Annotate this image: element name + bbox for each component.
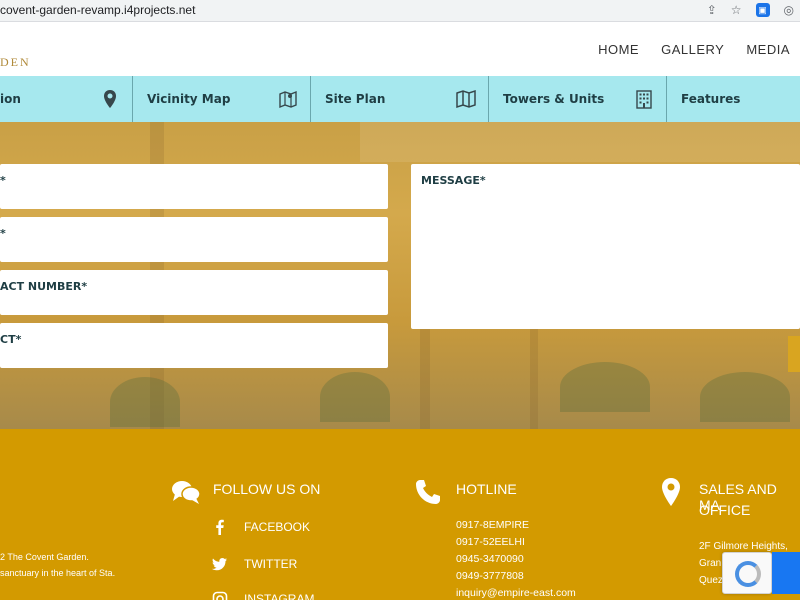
office-address-line: 2F Gilmore Heights, — [699, 541, 788, 552]
name-field[interactable]: * — [0, 164, 388, 209]
share-icon[interactable]: ⇪ — [707, 2, 717, 18]
name-field-label: * — [0, 174, 6, 187]
chat-widget-button[interactable] — [772, 552, 800, 594]
social-label: INSTAGRAM — [244, 592, 315, 600]
site-footer: 2 The Covent Garden. sanctuary in the he… — [0, 429, 800, 600]
browser-toolbar: covent-garden-revamp.i4projects.net ⇪ ☆ … — [0, 0, 800, 22]
folded-map-icon — [456, 89, 476, 109]
nav-media[interactable]: MEDIA — [746, 42, 790, 57]
hotline-number[interactable]: 0917-8EMPIRE — [456, 519, 529, 531]
twitter-icon — [212, 558, 227, 571]
camera-icon[interactable]: ◎ — [784, 2, 794, 18]
facebook-icon — [216, 519, 224, 535]
subnav-label: Towers & Units — [503, 92, 605, 106]
submit-button[interactable] — [788, 336, 800, 372]
top-nav: HOME GALLERY MEDIA — [598, 42, 790, 57]
background-plant — [320, 372, 390, 422]
message-label: MESSAGE* — [421, 174, 486, 187]
hotline-number[interactable]: 0949-3777808 — [456, 570, 524, 582]
background-beam — [360, 122, 800, 162]
social-label: FACEBOOK — [244, 520, 311, 534]
social-label: TWITTER — [244, 557, 298, 571]
recaptcha-badge[interactable] — [722, 552, 772, 594]
social-link-twitter[interactable]: TWITTER — [212, 556, 297, 572]
subnav-item-vicinity-map[interactable]: Vicinity Map — [133, 76, 311, 122]
address-bar[interactable]: covent-garden-revamp.i4projects.net — [0, 3, 195, 17]
copyright-text: 2 The Covent Garden. — [0, 552, 89, 562]
site-header: DEN HOME GALLERY MEDIA — [0, 22, 800, 76]
map-icon — [279, 90, 297, 109]
hotline-number[interactable]: 0945-3470090 — [456, 553, 524, 565]
subnav-item-features[interactable]: Features — [667, 76, 800, 122]
hotline-heading: HOTLINE — [456, 481, 517, 497]
instagram-icon — [212, 591, 228, 600]
subnav-item-towers-units[interactable]: Towers & Units — [489, 76, 667, 122]
tagline-text: sanctuary in the heart of Sta. — [0, 568, 116, 578]
extension-icon[interactable]: ▣ — [755, 3, 770, 17]
star-icon[interactable]: ☆ — [731, 2, 742, 18]
map-pin-icon — [104, 90, 116, 108]
email-field-label: * — [0, 227, 6, 240]
background-plant — [700, 372, 790, 422]
building-icon — [636, 90, 652, 109]
subnav-item-site-plan[interactable]: Site Plan — [311, 76, 489, 122]
nav-home[interactable]: HOME — [598, 42, 639, 57]
subject-label: CT* — [0, 333, 22, 346]
contact-number-field[interactable]: ACT NUMBER* — [0, 270, 388, 315]
social-link-instagram[interactable]: INSTAGRAM — [212, 591, 314, 600]
chat-bubbles-icon — [172, 481, 201, 504]
background-plant — [110, 377, 180, 427]
email-field[interactable]: * — [0, 217, 388, 262]
nav-gallery[interactable]: GALLERY — [661, 42, 724, 57]
subnav-label: ion — [0, 92, 21, 106]
phone-icon — [416, 480, 440, 504]
project-subnav: ion Vicinity Map Site Plan Towers & Unit… — [0, 76, 800, 122]
follow-us-heading: FOLLOW US ON — [213, 481, 321, 497]
inquiry-email-link[interactable]: inquiry@empire-east.com — [456, 587, 576, 599]
social-link-facebook[interactable]: FACEBOOK — [212, 519, 310, 535]
contact-form-section: * * ACT NUMBER* CT* MESSAGE* — [0, 122, 800, 429]
location-pin-icon — [662, 478, 680, 506]
office-address-line: Quez — [699, 575, 723, 586]
browser-actions: ⇪ ☆ ▣ ◎ — [707, 2, 794, 18]
subnav-label: Site Plan — [325, 92, 386, 106]
site-logo[interactable]: DEN — [0, 55, 31, 70]
office-address-line: Gran — [699, 558, 722, 569]
subnav-item-location[interactable]: ion — [0, 76, 133, 122]
recaptcha-logo-icon — [735, 561, 761, 587]
background-plant — [560, 362, 650, 412]
subnav-label: Features — [681, 92, 741, 106]
subnav-label: Vicinity Map — [147, 92, 231, 106]
hotline-number[interactable]: 0917-52EELHI — [456, 536, 525, 548]
message-textarea[interactable]: MESSAGE* — [411, 164, 800, 329]
contact-number-label: ACT NUMBER* — [0, 280, 88, 293]
subject-field[interactable]: CT* — [0, 323, 388, 368]
sales-office-heading-line2: OFFICE — [699, 502, 751, 518]
